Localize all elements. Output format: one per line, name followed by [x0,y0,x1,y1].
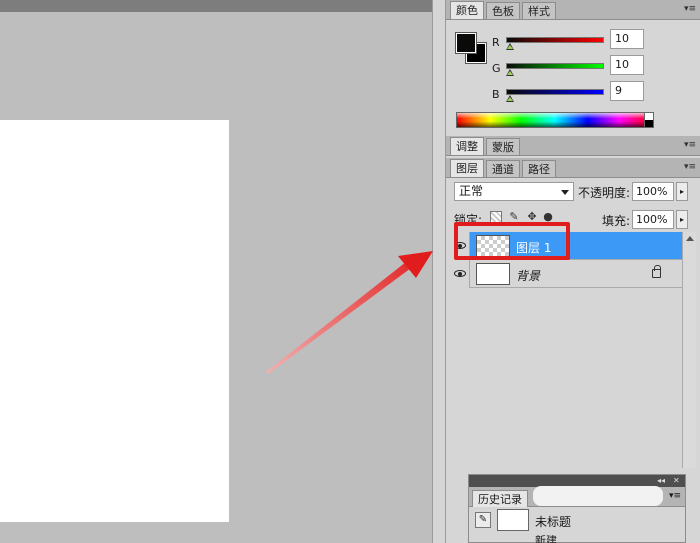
red-slider[interactable] [506,37,604,43]
panel-menu-icon[interactable]: ▾≡ [684,4,696,14]
blend-mode-value: 正常 [459,184,484,198]
green-slider-thumb[interactable] [506,69,514,76]
layers-scrollbar[interactable] [682,232,696,468]
adjust-panel-tabs: 调整 蒙版 ▾≡ [446,136,700,156]
history-snapshot-row[interactable]: ✎ 未标题 [473,509,663,533]
green-channel-label: G [492,62,501,75]
eye-icon [454,270,466,277]
tab-color[interactable]: 颜色 [450,1,484,19]
fill-input[interactable]: 100% [632,210,674,229]
panel-dock: 颜色 色板 样式 ▾≡ R 10 G 10 B 9 调整 蒙版 ▾≡ 图层 通道… [446,0,700,543]
blue-slider-thumb[interactable] [506,95,514,102]
scroll-up-icon[interactable] [686,236,694,241]
document-canvas[interactable] [0,120,229,522]
panel-menu-icon[interactable]: ▾≡ [684,162,696,172]
close-icon[interactable]: ✕ [673,475,680,487]
snapshot-thumbnail [497,509,529,531]
opacity-input[interactable]: 100% [632,182,674,201]
snapshot-name: 未标题 [535,515,572,529]
blue-value-input[interactable]: 9 [610,81,644,101]
dock-divider[interactable] [432,0,446,543]
layer-list: 图层 1 背景 [450,232,682,468]
canvas-top-strip [0,0,432,12]
green-slider[interactable] [506,63,604,69]
blue-channel-label: B [492,88,500,101]
red-slider-thumb[interactable] [506,43,514,50]
tab-masks[interactable]: 蒙版 [486,138,520,155]
tab-swatches[interactable]: 色板 [486,2,520,19]
panel-menu-icon[interactable]: ▾≡ [669,491,681,501]
fill-label: 填充: [602,214,631,228]
layers-panel-tabs: 图层 通道 路径 ▾≡ [446,158,700,178]
history-overlay [533,486,663,506]
chevron-down-icon [561,190,569,195]
tab-channels[interactable]: 通道 [486,160,520,177]
tab-styles[interactable]: 样式 [522,2,556,19]
color-spectrum-bar[interactable] [456,112,653,128]
blend-mode-select[interactable]: 正常 [454,182,574,201]
layer-row-background[interactable]: 背景 [450,260,682,288]
tab-history[interactable]: 历史记录 [472,490,528,507]
green-value-input[interactable]: 10 [610,55,644,75]
tab-adjustments[interactable]: 调整 [450,137,484,155]
foreground-color-swatch[interactable] [455,32,477,54]
panel-menu-icon[interactable]: ▾≡ [684,140,696,150]
layer-name[interactable]: 背景 [516,267,540,284]
canvas-workspace[interactable] [0,12,432,543]
layer-thumbnail [476,263,510,285]
brush-icon[interactable]: ✎ [475,512,491,528]
history-step-name: 新建 [535,535,557,543]
history-step-row[interactable]: 新建 [473,535,663,543]
opacity-stepper-button[interactable]: ▸ [676,182,688,201]
black-white-swatch[interactable] [644,112,654,128]
history-panel: ◂◂ ✕ 历史记录 ▾≡ ✎ 未标题 新建 [468,474,686,543]
blue-slider[interactable] [506,89,604,95]
opacity-label: 不透明度: [578,186,631,200]
fill-stepper-button[interactable]: ▸ [676,210,688,229]
tab-paths[interactable]: 路径 [522,160,556,177]
red-channel-label: R [492,36,500,49]
visibility-toggle[interactable] [450,260,470,288]
tab-layers[interactable]: 图层 [450,159,484,177]
lock-icon [652,265,661,278]
red-value-input[interactable]: 10 [610,29,644,49]
color-panel: R 10 G 10 B 9 [446,20,700,134]
annotation-highlight-box [454,222,570,260]
collapse-icon[interactable]: ◂◂ [657,475,665,487]
color-panel-tabs: 颜色 色板 样式 ▾≡ [446,0,700,20]
